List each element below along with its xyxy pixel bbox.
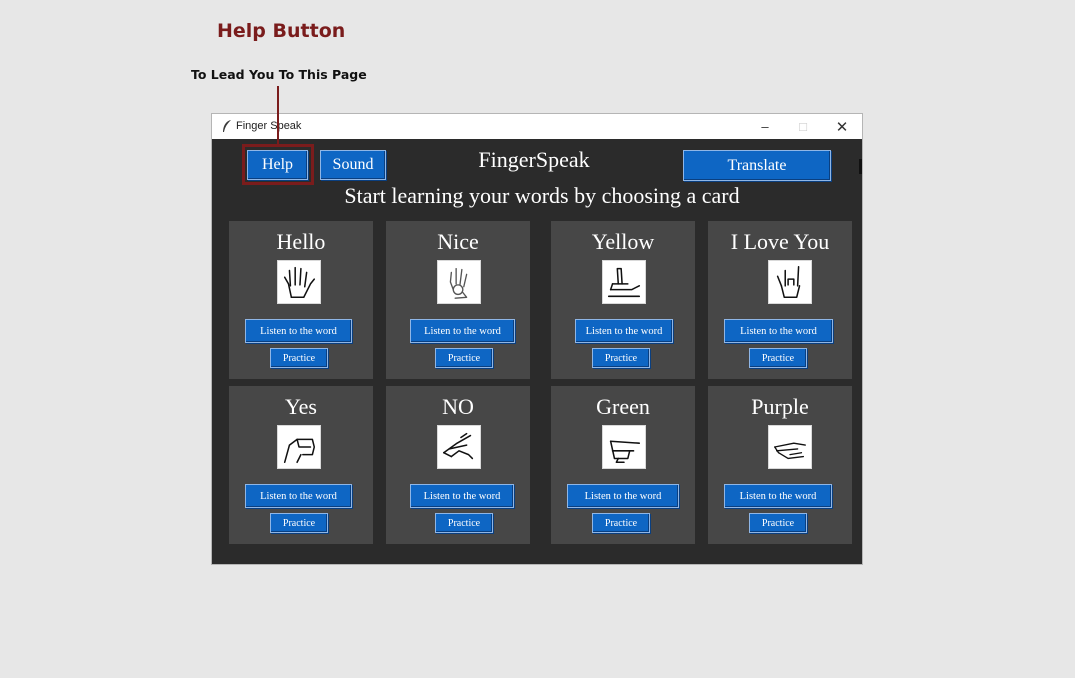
practice-button[interactable]: Practice bbox=[435, 348, 493, 368]
i-love-you-hand-icon bbox=[768, 260, 812, 304]
practice-button[interactable]: Practice bbox=[749, 513, 807, 533]
card-word: Hello bbox=[276, 229, 326, 254]
practice-button[interactable]: Practice bbox=[270, 348, 328, 368]
card-no[interactable]: NO Listen to the word Practice bbox=[386, 386, 530, 544]
card-word: Nice bbox=[437, 229, 479, 254]
practice-button[interactable]: Practice bbox=[270, 513, 328, 533]
card-word: Purple bbox=[751, 394, 809, 419]
practice-button[interactable]: Practice bbox=[749, 348, 807, 368]
window-edge-mark bbox=[859, 159, 862, 174]
open-hand-icon bbox=[277, 260, 321, 304]
card-word: NO bbox=[442, 394, 474, 419]
annotation-pointer-line bbox=[277, 86, 279, 146]
ok-hand-icon bbox=[437, 260, 481, 304]
window-title: Finger Speak bbox=[236, 120, 302, 132]
card-yes[interactable]: Yes Listen to the word Practice bbox=[229, 386, 373, 544]
listen-button[interactable]: Listen to the word bbox=[410, 484, 514, 508]
listen-button[interactable]: Listen to the word bbox=[567, 484, 679, 508]
app-window: Finger Speak – □ ✕ Help Sound FingerSpea… bbox=[212, 114, 862, 564]
window-titlebar[interactable]: Finger Speak – □ ✕ bbox=[212, 114, 862, 139]
close-icon[interactable]: ✕ bbox=[823, 114, 861, 139]
listen-button[interactable]: Listen to the word bbox=[245, 484, 352, 508]
card-purple[interactable]: Purple Listen to the word Practice bbox=[708, 386, 852, 544]
card-nice[interactable]: Nice Listen to the word Practice bbox=[386, 221, 530, 379]
card-hello[interactable]: Hello Listen to the word Practice bbox=[229, 221, 373, 379]
listen-button[interactable]: Listen to the word bbox=[724, 484, 832, 508]
y-hand-icon bbox=[602, 260, 646, 304]
fist-hand-icon bbox=[277, 425, 321, 469]
app-subtitle: Start learning your words by choosing a … bbox=[344, 183, 740, 208]
listen-button[interactable]: Listen to the word bbox=[410, 319, 515, 343]
card-word: I Love You bbox=[730, 229, 830, 254]
card-word: Green bbox=[596, 394, 650, 419]
p-hand-icon bbox=[768, 425, 812, 469]
translate-button[interactable]: Translate bbox=[683, 150, 831, 181]
listen-button[interactable]: Listen to the word bbox=[575, 319, 673, 343]
feather-icon bbox=[221, 119, 233, 133]
practice-button[interactable]: Practice bbox=[435, 513, 493, 533]
practice-button[interactable]: Practice bbox=[592, 513, 650, 533]
no-hand-icon bbox=[437, 425, 481, 469]
listen-button[interactable]: Listen to the word bbox=[724, 319, 833, 343]
card-i-love-you[interactable]: I Love You Listen to the word Practice bbox=[708, 221, 852, 379]
card-word: Yellow bbox=[591, 229, 655, 254]
maximize-icon[interactable]: □ bbox=[784, 114, 822, 139]
annotation-title: Help Button bbox=[217, 20, 346, 42]
card-yellow[interactable]: Yellow Listen to the word Practice bbox=[551, 221, 695, 379]
card-green[interactable]: Green Listen to the word Practice bbox=[551, 386, 695, 544]
minimize-icon[interactable]: – bbox=[746, 114, 784, 139]
card-word: Yes bbox=[284, 394, 317, 419]
annotation-subtitle: To Lead You To This Page bbox=[191, 67, 367, 82]
g-hand-icon bbox=[602, 425, 646, 469]
listen-button[interactable]: Listen to the word bbox=[245, 319, 352, 343]
practice-button[interactable]: Practice bbox=[592, 348, 650, 368]
